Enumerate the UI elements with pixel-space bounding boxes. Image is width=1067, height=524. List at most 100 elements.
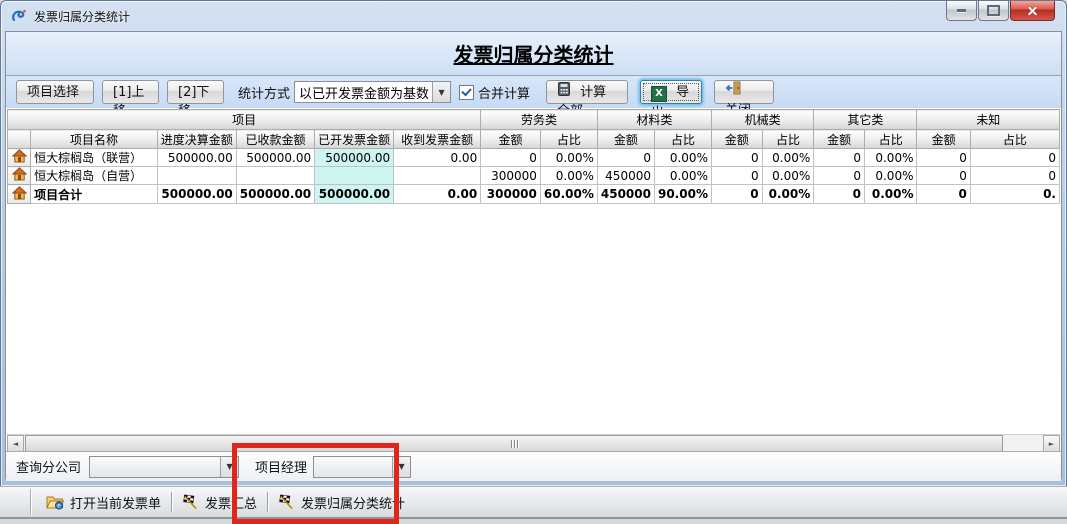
data-cell[interactable]: 300000 (481, 167, 541, 185)
statistics-grid: 项目劳务类材料类机械类其它类未知项目名称进度决算金额已收款金额已开发票金额收到发… (7, 109, 1060, 434)
chevron-down-icon[interactable]: ▼ (392, 457, 410, 477)
data-cell[interactable]: 0.00% (864, 149, 917, 167)
data-cell[interactable]: 0. (970, 185, 1059, 204)
stat-method-combobox[interactable]: 以已开发票金额为基数 ▼ (294, 81, 451, 103)
scroll-right-arrow[interactable]: ► (1043, 435, 1060, 452)
data-cell[interactable]: 0 (814, 185, 865, 204)
group-header: 机械类 (711, 110, 813, 130)
calc-all-button[interactable]: 计算全部 (546, 80, 628, 104)
column-header[interactable]: 占比 (540, 130, 597, 149)
data-cell[interactable]: 0.00 (394, 149, 481, 167)
tab-open-current-invoice[interactable]: e 打开当前发票单 (36, 489, 171, 515)
scrollbar-thumb[interactable] (25, 435, 1003, 452)
manager-combobox[interactable]: ▼ (313, 456, 411, 478)
data-cell[interactable]: 500000.00 (157, 149, 236, 167)
column-header[interactable]: 金额 (917, 130, 970, 149)
merge-calc-checkbox[interactable] (459, 85, 474, 100)
data-cell[interactable]: 300000 (481, 185, 541, 204)
data-cell[interactable]: 0.00% (654, 167, 711, 185)
column-header[interactable]: 收到发票金额 (394, 130, 481, 149)
branch-combobox[interactable]: ▼ (89, 456, 239, 478)
group-header: 劳务类 (481, 110, 598, 130)
data-cell[interactable]: 0 (814, 149, 865, 167)
column-header[interactable]: 金额 (481, 130, 541, 149)
data-cell[interactable]: 0.00% (654, 149, 711, 167)
data-cell[interactable] (157, 167, 236, 185)
project-select-button[interactable]: 项目选择 (16, 80, 94, 104)
checkered-flag-icon (182, 494, 199, 510)
column-header[interactable]: 占比 (654, 130, 711, 149)
data-cell[interactable]: 0 (814, 167, 865, 185)
move-down-button[interactable]: [2]下移 (167, 80, 224, 104)
row-selector-house-icon[interactable] (8, 149, 31, 167)
column-header[interactable]: 占比 (762, 130, 814, 149)
chevron-down-icon[interactable]: ▼ (432, 82, 450, 102)
data-cell[interactable]: 0.00% (864, 167, 917, 185)
data-cell[interactable]: 0 (970, 167, 1059, 185)
column-header[interactable] (8, 130, 31, 149)
data-cell[interactable]: 90.00% (654, 185, 711, 204)
column-header[interactable]: 已开发票金额 (315, 130, 394, 149)
column-header[interactable]: 占比 (970, 130, 1059, 149)
merge-calc-label: 合并计算 (478, 83, 530, 102)
column-header[interactable]: 进度决算金额 (157, 130, 236, 149)
data-cell[interactable] (236, 167, 314, 185)
data-cell[interactable]: 0.00% (762, 149, 814, 167)
data-cell[interactable] (315, 167, 394, 185)
minimize-button[interactable] (946, 1, 977, 21)
data-cell[interactable]: 0 (711, 185, 762, 204)
data-cell[interactable]: 500000.00 (157, 185, 236, 204)
data-cell[interactable]: 60.00% (540, 185, 597, 204)
row-selector-house-icon[interactable] (8, 185, 31, 204)
data-cell[interactable]: 0.00% (762, 185, 814, 204)
column-header[interactable]: 已收款金额 (236, 130, 314, 149)
data-cell[interactable]: 0 (917, 185, 970, 204)
data-cell[interactable]: 500000.00 (236, 149, 314, 167)
column-header[interactable]: 金额 (814, 130, 865, 149)
row-selector-house-icon[interactable] (8, 167, 31, 185)
dialog-window: 发票归属分类统计 发票归属分类统计 项目选择 [1]上移 [2]下移 统计方式 … (0, 0, 1067, 487)
data-cell[interactable]: 0.00% (864, 185, 917, 204)
project-name-cell[interactable]: 恒大棕榈岛（联营） (31, 149, 158, 167)
export-button[interactable]: X 导出 (640, 80, 702, 104)
data-cell[interactable]: 0 (711, 167, 762, 185)
data-cell[interactable]: 0 (917, 149, 970, 167)
close-button[interactable] (1010, 1, 1055, 21)
horizontal-scrollbar[interactable]: ◄ ► (7, 434, 1060, 452)
close-icon (1026, 4, 1039, 17)
data-cell[interactable]: 450000 (597, 185, 654, 204)
title-bar: 发票归属分类统计 (1, 1, 1066, 31)
column-header[interactable]: 金额 (597, 130, 654, 149)
chevron-down-icon[interactable]: ▼ (220, 457, 238, 477)
tab-invoice-summary[interactable]: 发票汇总 (172, 489, 267, 515)
bottom-tab-strip: e 打开当前发票单 发票汇总 发票归属分类统计 (0, 486, 1067, 519)
close-form-button[interactable]: 关闭 (714, 80, 774, 104)
window-title: 发票归属分类统计 (34, 8, 130, 25)
data-cell[interactable]: 0 (711, 149, 762, 167)
scroll-left-arrow[interactable]: ◄ (7, 435, 24, 452)
column-header[interactable]: 占比 (864, 130, 917, 149)
data-cell[interactable]: 500000.00 (236, 185, 314, 204)
data-cell[interactable]: 500000.00 (315, 149, 394, 167)
data-cell[interactable]: 0 (597, 149, 654, 167)
table-row: 项目合计500000.00500000.00500000.000.0030000… (8, 185, 1060, 204)
tab-invoice-attribution-stats[interactable]: 发票归属分类统计 (268, 489, 415, 515)
column-header[interactable]: 项目名称 (31, 130, 158, 149)
group-header: 项目 (8, 110, 481, 130)
data-cell[interactable]: 450000 (597, 167, 654, 185)
column-header[interactable]: 金额 (711, 130, 762, 149)
data-cell[interactable]: 0.00% (540, 167, 597, 185)
data-cell[interactable]: 0.00% (540, 149, 597, 167)
data-cell[interactable]: 0 (917, 167, 970, 185)
data-cell[interactable]: 0.00% (762, 167, 814, 185)
calculator-icon (557, 82, 571, 96)
data-cell[interactable]: 0.00 (394, 185, 481, 204)
move-up-button[interactable]: [1]上移 (102, 80, 159, 104)
data-cell[interactable]: 0 (970, 149, 1059, 167)
data-cell[interactable]: 0 (481, 149, 541, 167)
project-name-cell[interactable]: 项目合计 (31, 185, 158, 204)
maximize-button[interactable] (978, 1, 1009, 21)
data-cell[interactable] (394, 167, 481, 185)
project-name-cell[interactable]: 恒大棕榈岛（自营） (31, 167, 158, 185)
data-cell[interactable]: 500000.00 (315, 185, 394, 204)
